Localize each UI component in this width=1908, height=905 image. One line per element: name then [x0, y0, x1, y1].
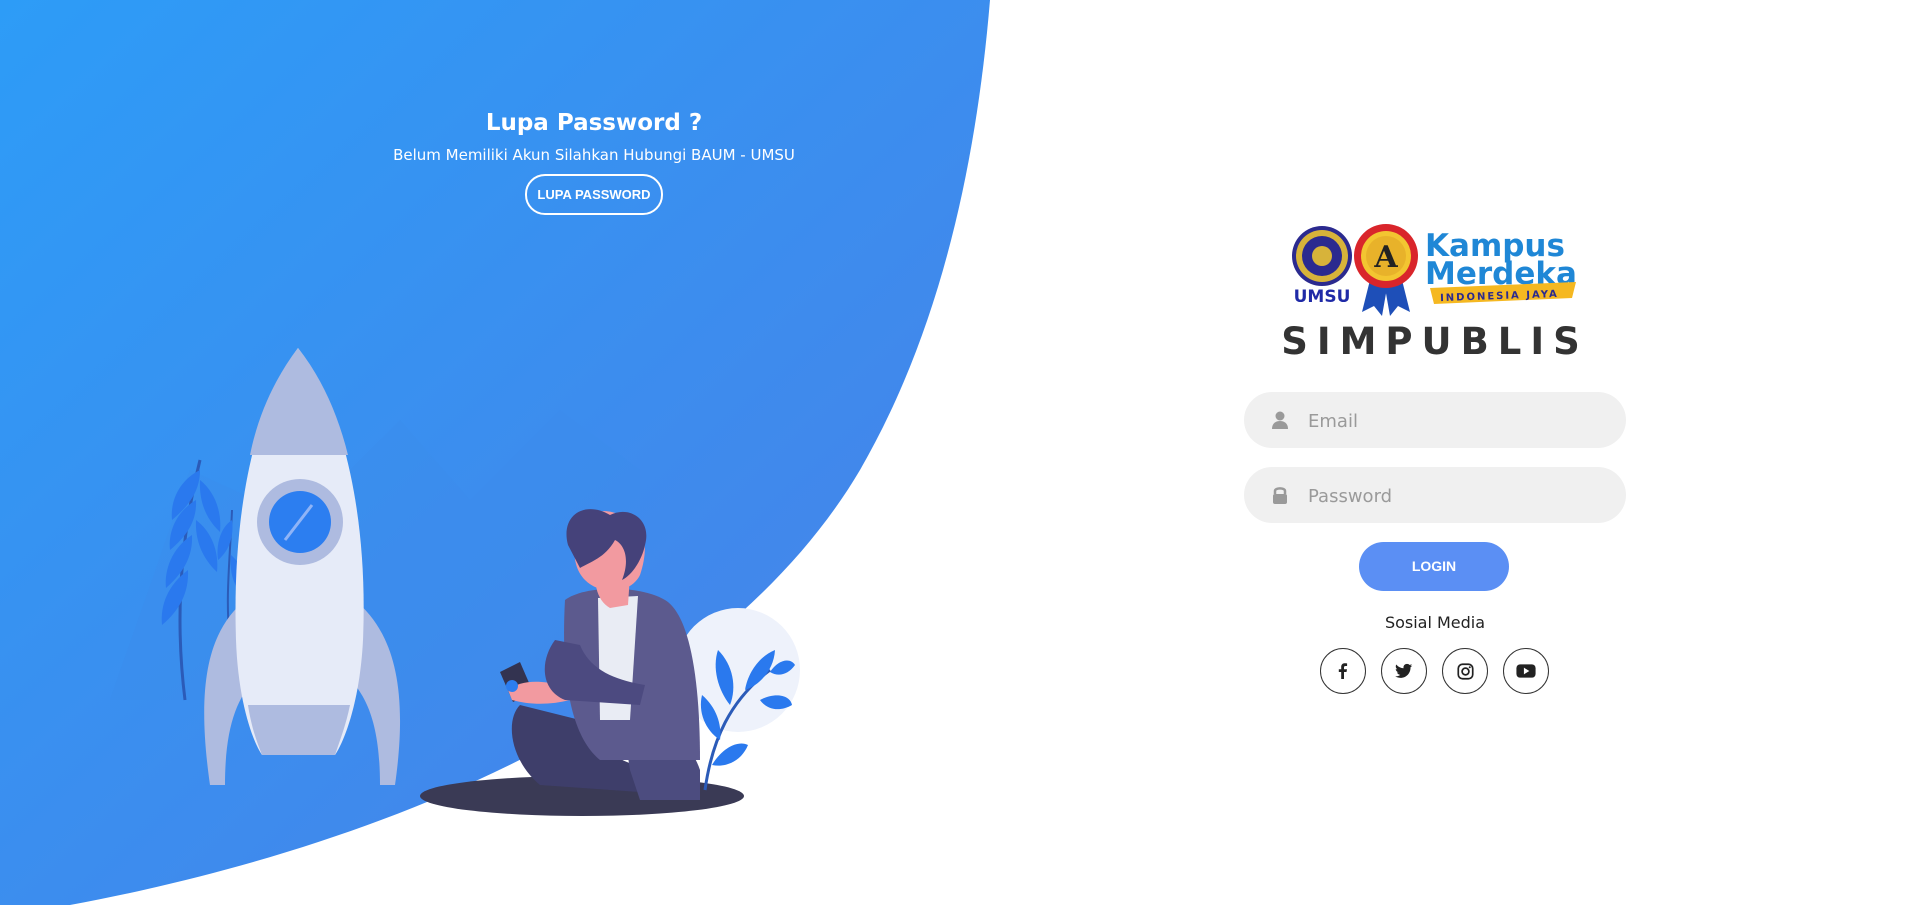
- institution-logos: UMSU A Kampus Merdeka INDONESIA JAYA: [1292, 224, 1577, 316]
- social-media-label: Sosial Media: [1384, 613, 1486, 632]
- accreditation-badge: A: [1354, 224, 1418, 316]
- password-input[interactable]: [1306, 467, 1610, 525]
- email-field[interactable]: [1244, 392, 1626, 450]
- twitter-link[interactable]: [1381, 648, 1427, 694]
- email-input[interactable]: [1306, 392, 1610, 450]
- password-field[interactable]: [1244, 467, 1626, 525]
- umsu-logo-text: UMSU: [1294, 287, 1351, 307]
- facebook-icon: [1338, 663, 1348, 679]
- instagram-icon: [1456, 662, 1474, 680]
- kampus-merdeka-logo: Kampus Merdeka INDONESIA JAYA: [1425, 228, 1577, 304]
- forgot-password-subtitle: Belum Memiliki Akun Silahkan Hubungi BAU…: [393, 146, 795, 164]
- forgot-password-button[interactable]: LUPA PASSWORD: [525, 174, 663, 215]
- blue-curved-background: [0, 0, 990, 905]
- user-icon: [1272, 411, 1288, 429]
- lock-icon: [1273, 487, 1287, 504]
- youtube-icon: [1516, 664, 1536, 678]
- instagram-link[interactable]: [1442, 648, 1488, 694]
- forgot-password-panel: Lupa Password ? Belum Memiliki Akun Sila…: [330, 106, 858, 215]
- twitter-icon: [1395, 663, 1413, 678]
- youtube-link[interactable]: [1503, 648, 1549, 694]
- app-title: SIMPUBLIS: [1281, 320, 1589, 363]
- social-links: [1320, 648, 1552, 694]
- svg-text:A: A: [1373, 240, 1398, 275]
- forgot-password-title: Lupa Password ?: [485, 110, 703, 136]
- umsu-logo: UMSU: [1292, 226, 1352, 307]
- login-button[interactable]: LOGIN: [1359, 542, 1509, 591]
- facebook-link[interactable]: [1320, 648, 1366, 694]
